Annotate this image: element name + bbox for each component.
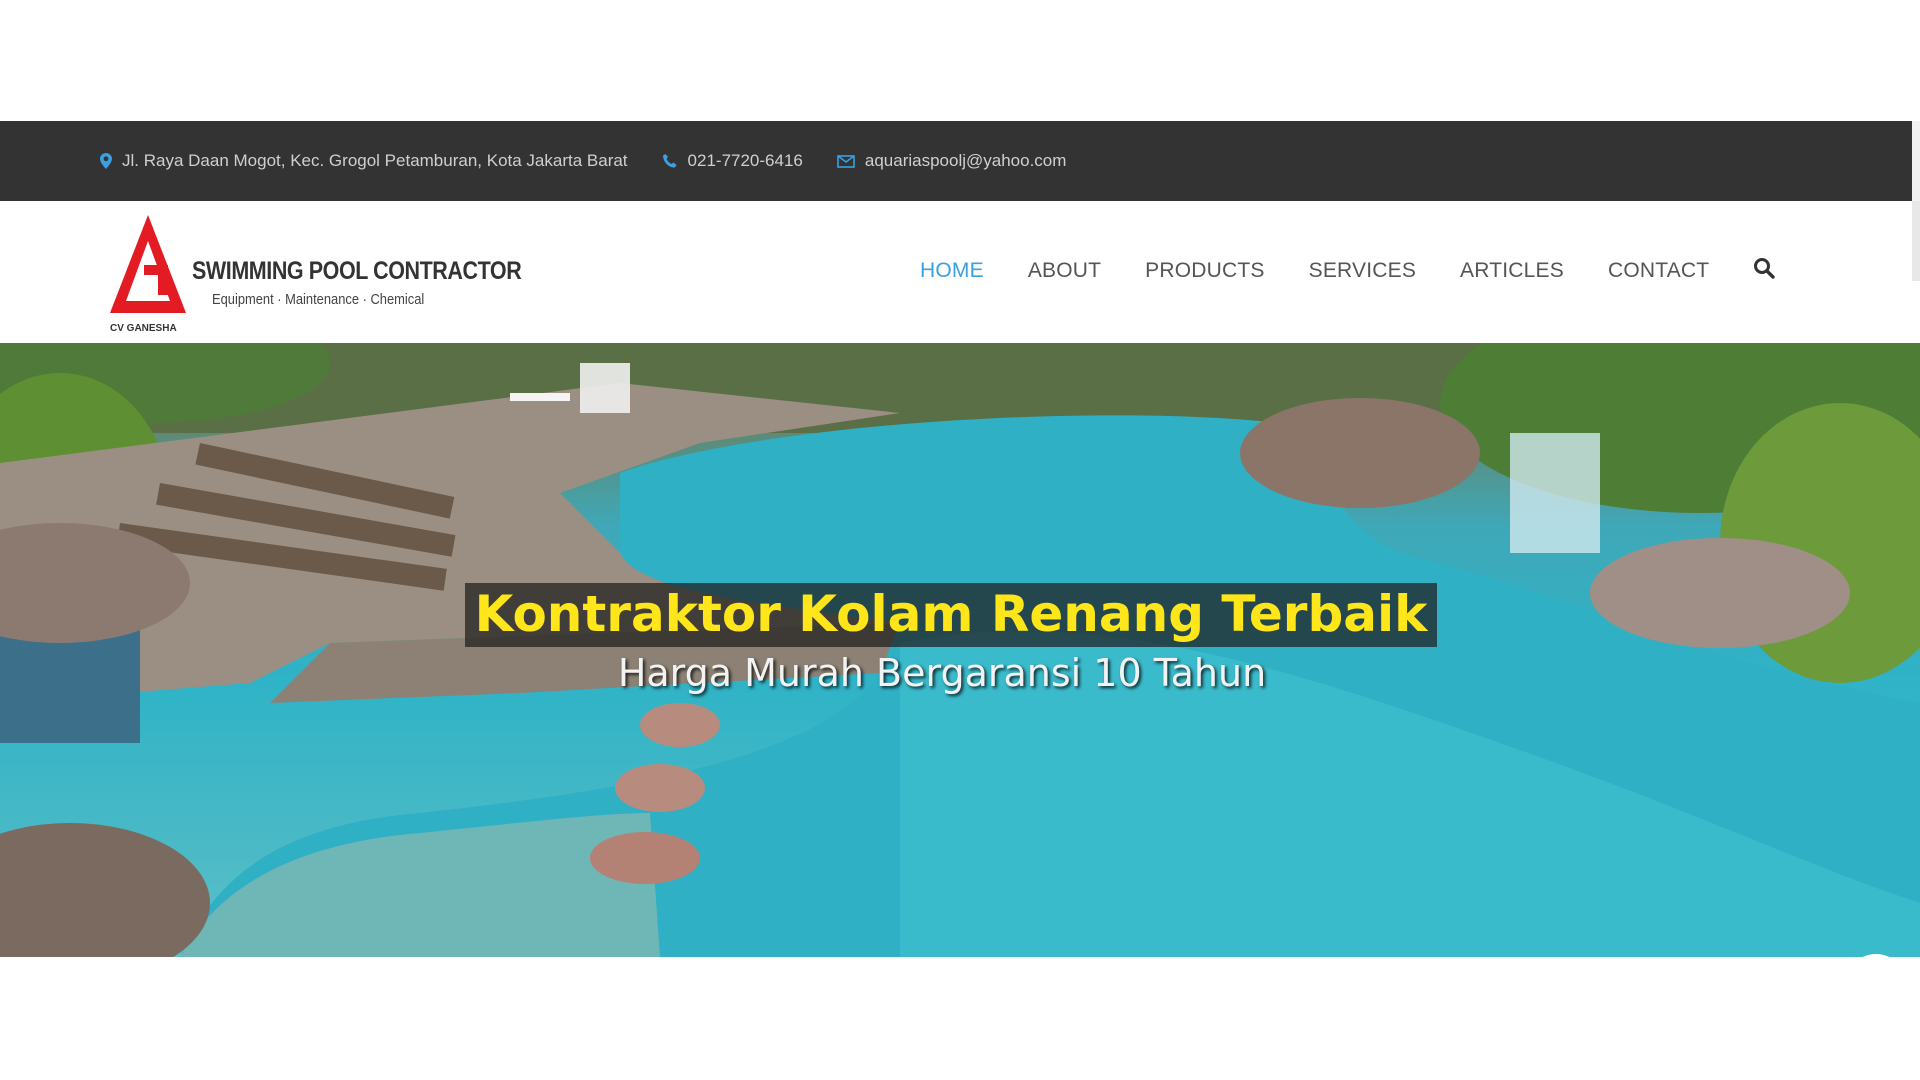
pool-photo	[0, 343, 1920, 957]
nav-articles[interactable]: ARTICLES	[1460, 259, 1564, 283]
search-button[interactable]	[1753, 257, 1775, 284]
phone-item[interactable]: 021-7720-6416	[662, 151, 803, 171]
nav-about[interactable]: ABOUT	[1028, 259, 1101, 283]
logo-company-name: CV GANESHA	[110, 323, 177, 334]
email-item[interactable]: aquariaspoolj@yahoo.com	[837, 151, 1067, 171]
logo-brand-text: SWIMMING POOL CONTRACTOR	[192, 257, 522, 285]
nav-services[interactable]: SERVICES	[1309, 259, 1416, 283]
main-nav: HOME ABOUT PRODUCTS SERVICES ARTICLES CO…	[920, 257, 1775, 284]
nav-contact[interactable]: CONTACT	[1608, 259, 1709, 283]
hero-headline-wrap: Kontraktor Kolam Renang Terbaik	[0, 583, 1920, 647]
map-marker-icon	[100, 153, 112, 169]
whatsapp-button[interactable]	[1842, 951, 1910, 957]
whatsapp-icon	[1862, 954, 1890, 957]
search-icon	[1754, 258, 1775, 279]
scrollbar-track[interactable]	[1912, 121, 1920, 201]
site-logo[interactable]: SWIMMING POOL CONTRACTOR Equipment · Mai…	[108, 213, 528, 335]
address-text: Jl. Raya Daan Mogot, Kec. Grogol Petambu…	[122, 151, 628, 170]
hero-headline: Kontraktor Kolam Renang Terbaik	[464, 583, 1438, 647]
phone-icon	[662, 154, 677, 168]
nav-products[interactable]: PRODUCTS	[1145, 259, 1264, 283]
address-item: Jl. Raya Daan Mogot, Kec. Grogol Petambu…	[100, 151, 628, 171]
top-info-bar: Jl. Raya Daan Mogot, Kec. Grogol Petambu…	[0, 121, 1920, 201]
envelope-icon	[837, 154, 855, 168]
email-text[interactable]: aquariaspoolj@yahoo.com	[865, 151, 1067, 171]
logo-tagline: Equipment · Maintenance · Chemical	[212, 291, 425, 308]
hero-subheadline: Harga Murah Bergaransi 10 Tahun	[617, 651, 1267, 695]
hero-banner: Kontraktor Kolam Renang Terbaik Harga Mu…	[0, 343, 1920, 957]
scrollbar-thumb[interactable]	[1912, 201, 1920, 281]
logo-mark-icon	[110, 215, 186, 313]
site-header: SWIMMING POOL CONTRACTOR Equipment · Mai…	[0, 201, 1920, 343]
phone-text[interactable]: 021-7720-6416	[688, 151, 803, 171]
nav-home[interactable]: HOME	[920, 259, 984, 283]
